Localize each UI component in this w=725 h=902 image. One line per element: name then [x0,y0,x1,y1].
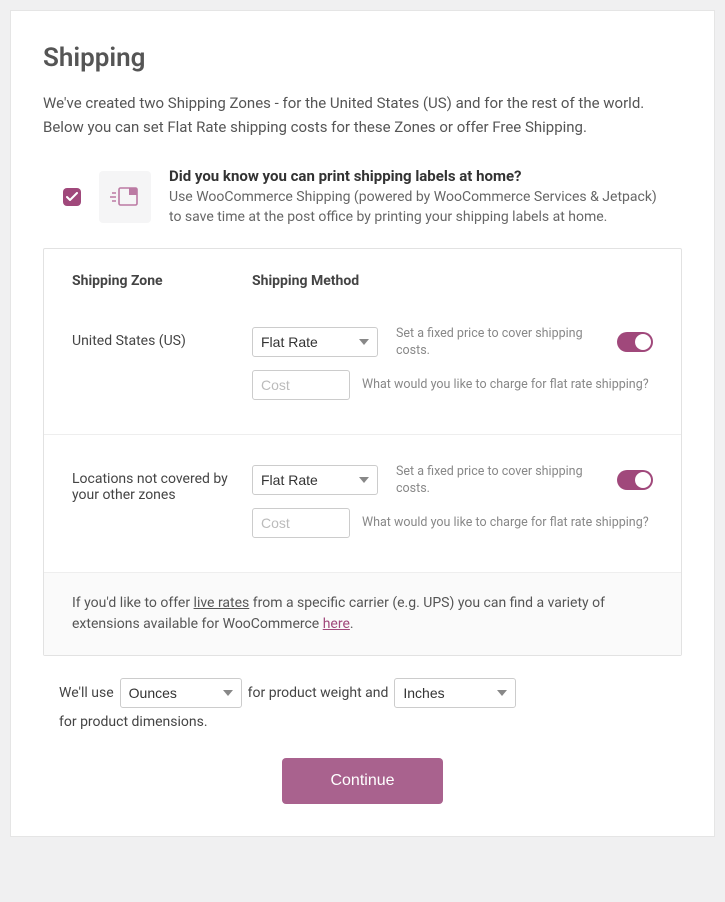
table-header: Shipping Zone Shipping Method [44,249,681,297]
units-label-post: for product dimensions. [59,714,208,730]
print-labels-callout: Did you know you can print shipping labe… [43,167,682,248]
continue-button[interactable]: Continue [282,758,442,804]
callout-body: Use WooCommerce Shipping (powered by Woo… [169,187,662,228]
header-method: Shipping Method [252,273,653,289]
callout-text: Did you know you can print shipping labe… [169,167,662,228]
weight-unit-select[interactable]: Ounces [120,678,242,708]
method-hint: Set a fixed price to cover shipping cost… [396,325,599,360]
method-hint: Set a fixed price to cover shipping cost… [396,463,599,498]
units-label-pre: We'll use [59,685,114,701]
cost-input[interactable] [252,508,350,538]
cost-hint: What would you like to charge for flat r… [362,376,653,394]
units-label-mid: for product weight and [248,685,389,701]
zone-name: United States (US) [72,325,252,349]
shipping-method-select[interactable]: Flat Rate [252,465,378,495]
header-zone: Shipping Zone [72,273,252,289]
check-icon [66,192,78,202]
zone-enabled-toggle[interactable] [617,332,653,352]
shipping-setup-card: Shipping We've created two Shipping Zone… [10,10,715,837]
extensions-link[interactable]: here [323,616,350,632]
shipping-method-select[interactable]: Flat Rate [252,327,378,357]
units-row: We'll use Ounces for product weight and … [43,656,682,758]
callout-heading: Did you know you can print shipping labe… [169,167,662,185]
print-labels-checkbox[interactable] [63,188,81,206]
intro-text: We've created two Shipping Zones - for t… [43,91,682,139]
cost-input[interactable] [252,370,350,400]
dimension-unit-select[interactable]: Inches [394,678,516,708]
table-row: Locations not covered by your other zone… [44,435,681,573]
shipping-label-icon [99,171,151,223]
live-rates-footnote: If you'd like to offer live rates from a… [44,573,681,655]
shipping-zones-table: Shipping Zone Shipping Method United Sta… [43,248,682,656]
page-title: Shipping [43,43,682,73]
table-row: United States (US) Flat Rate Set a fixed… [44,297,681,435]
zone-name: Locations not covered by your other zone… [72,463,252,503]
cost-hint: What would you like to charge for flat r… [362,514,653,532]
zone-enabled-toggle[interactable] [617,470,653,490]
live-rates-text: live rates [194,595,250,611]
